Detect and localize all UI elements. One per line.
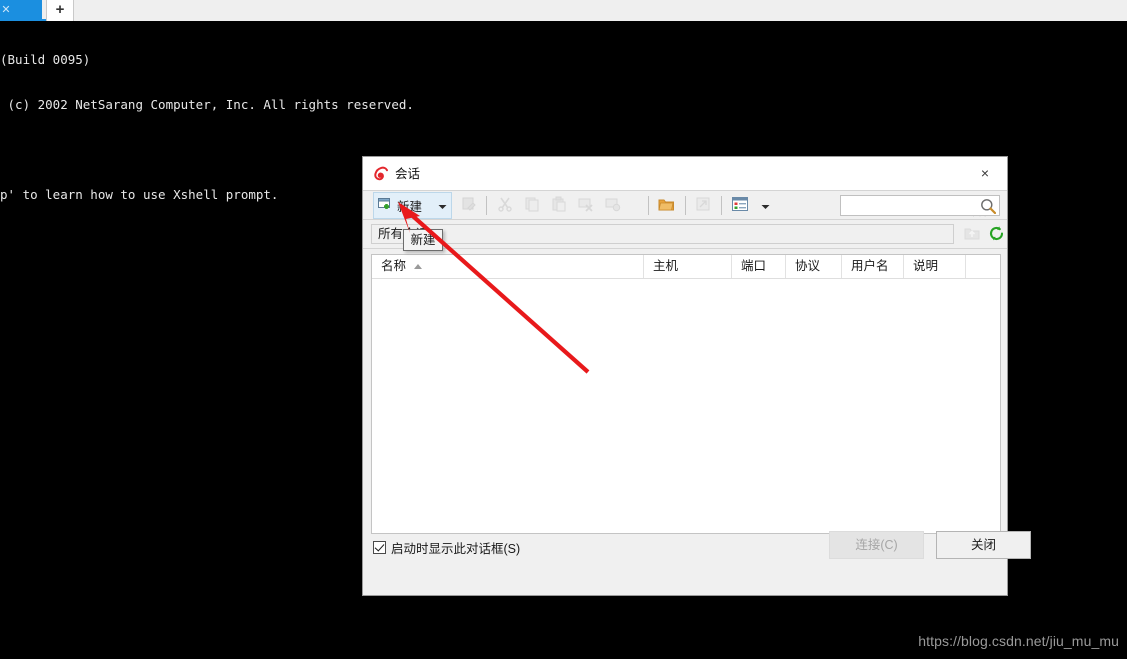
delete-icon xyxy=(578,196,594,215)
show-on-startup-checkbox[interactable] xyxy=(373,541,386,554)
folder-icon xyxy=(658,197,675,215)
new-tab-button[interactable]: + xyxy=(46,0,74,21)
new-session-dropdown-button[interactable] xyxy=(433,192,452,219)
search-input[interactable] xyxy=(841,196,975,215)
paste-button[interactable] xyxy=(547,194,571,217)
delete-button[interactable] xyxy=(574,194,598,217)
close-button[interactable]: 关闭 xyxy=(936,531,1031,559)
go-up-folder-button[interactable] xyxy=(961,224,983,245)
chevron-down-icon xyxy=(761,199,770,213)
new-button-tooltip: 新建 xyxy=(403,229,443,251)
dialog-titlebar[interactable]: 会话 × xyxy=(363,157,1007,190)
session-list-body[interactable] xyxy=(372,279,1000,533)
connect-button[interactable]: 连接(C) xyxy=(829,531,924,559)
dialog-pathbar: 所有会话 xyxy=(363,220,1007,249)
tab-strip-empty-area xyxy=(74,0,1127,21)
column-header-port[interactable]: 端口 xyxy=(732,255,786,278)
properties-button[interactable] xyxy=(601,194,625,217)
new-session-label: 新建 xyxy=(397,200,423,214)
dialog-close-button[interactable]: × xyxy=(963,157,1007,189)
column-header-host[interactable]: 主机 xyxy=(644,255,732,278)
xshell-logo-icon xyxy=(373,166,389,182)
watermark-text: https://blog.csdn.net/jiu_mu_mu xyxy=(918,633,1119,649)
folder-up-icon xyxy=(964,226,980,244)
refresh-icon xyxy=(988,225,1005,245)
toolbar-separator xyxy=(685,196,686,215)
terminal-line: (c) 2002 NetSarang Computer, Inc. All ri… xyxy=(0,97,414,112)
session-path-combo[interactable]: 所有会话 xyxy=(371,224,954,244)
new-session-button[interactable]: 新建 xyxy=(373,192,433,219)
paste-icon xyxy=(551,196,567,215)
toolbar-separator xyxy=(721,196,722,215)
session-dialog: 会话 × 新建 名称 主机 端口 协议 用户名 说明 启动时显示此对话框(S) … xyxy=(362,156,1031,596)
column-header-description[interactable]: 说明 xyxy=(904,255,966,278)
sort-ascending-icon xyxy=(414,264,422,269)
toolbar-separator xyxy=(486,196,487,215)
column-header-protocol[interactable]: 协议 xyxy=(786,255,842,278)
terminal-tab[interactable]: ...ell ✕ xyxy=(0,0,42,21)
new-folder-button[interactable] xyxy=(654,194,678,217)
dialog-title: 会话 xyxy=(395,167,421,181)
close-icon[interactable]: ✕ xyxy=(0,4,12,16)
view-list-icon xyxy=(732,197,748,214)
show-on-startup-label: 启动时显示此对话框(S) xyxy=(391,542,521,556)
search-box[interactable] xyxy=(840,195,1000,216)
copy-icon xyxy=(524,196,540,215)
chevron-down-icon xyxy=(438,199,447,213)
shortcut-icon xyxy=(695,196,711,215)
dialog-footer: 启动时显示此对话框(S) 连接(C) 关闭 xyxy=(363,531,1031,595)
terminal-output: (Build 0095) (c) 2002 NetSarang Computer… xyxy=(0,22,414,232)
terminal-line: p' to learn how to use Xshell prompt. xyxy=(0,187,279,202)
toolbar-separator xyxy=(648,196,649,215)
session-list[interactable]: 名称 主机 端口 协议 用户名 说明 xyxy=(371,254,1001,534)
refresh-button[interactable] xyxy=(985,224,1007,245)
cut-icon xyxy=(497,196,513,215)
view-options-button[interactable] xyxy=(728,194,752,217)
column-header-username[interactable]: 用户名 xyxy=(842,255,904,278)
view-options-dropdown-button[interactable] xyxy=(753,194,777,217)
rename-session-button[interactable] xyxy=(457,194,481,217)
session-list-header: 名称 主机 端口 协议 用户名 说明 xyxy=(372,255,1000,279)
terminal-line: (Build 0095) xyxy=(0,52,91,67)
cut-button[interactable] xyxy=(493,194,517,217)
rename-icon xyxy=(461,196,477,215)
dialog-toolbar: 新建 xyxy=(363,190,1007,220)
search-icon[interactable] xyxy=(980,198,997,215)
copy-button[interactable] xyxy=(520,194,544,217)
create-shortcut-button[interactable] xyxy=(691,194,715,217)
new-session-icon xyxy=(377,196,394,216)
column-header-spacer xyxy=(966,255,1000,278)
column-header-name[interactable]: 名称 xyxy=(372,255,644,278)
column-label: 名称 xyxy=(381,259,407,273)
properties-icon xyxy=(605,196,621,215)
show-on-startup-row[interactable]: 启动时显示此对话框(S) xyxy=(373,538,520,557)
terminal-tab-strip: ...ell ✕ + xyxy=(0,0,1127,21)
